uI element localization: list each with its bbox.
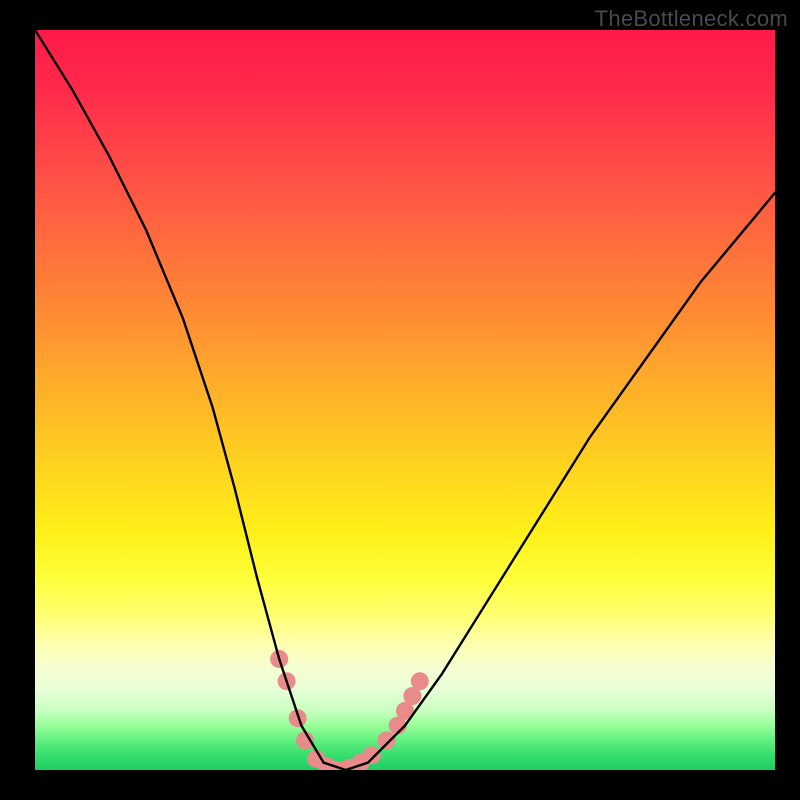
marker-dot bbox=[411, 672, 429, 690]
plot-area bbox=[35, 30, 775, 770]
chart-frame: TheBottleneck.com bbox=[0, 0, 800, 800]
marker-dot bbox=[378, 731, 396, 749]
bottleneck-curve bbox=[35, 30, 775, 770]
markers-group bbox=[270, 650, 429, 770]
watermark-text: TheBottleneck.com bbox=[595, 6, 788, 32]
marker-dot bbox=[363, 746, 381, 764]
curve-layer bbox=[35, 30, 775, 770]
